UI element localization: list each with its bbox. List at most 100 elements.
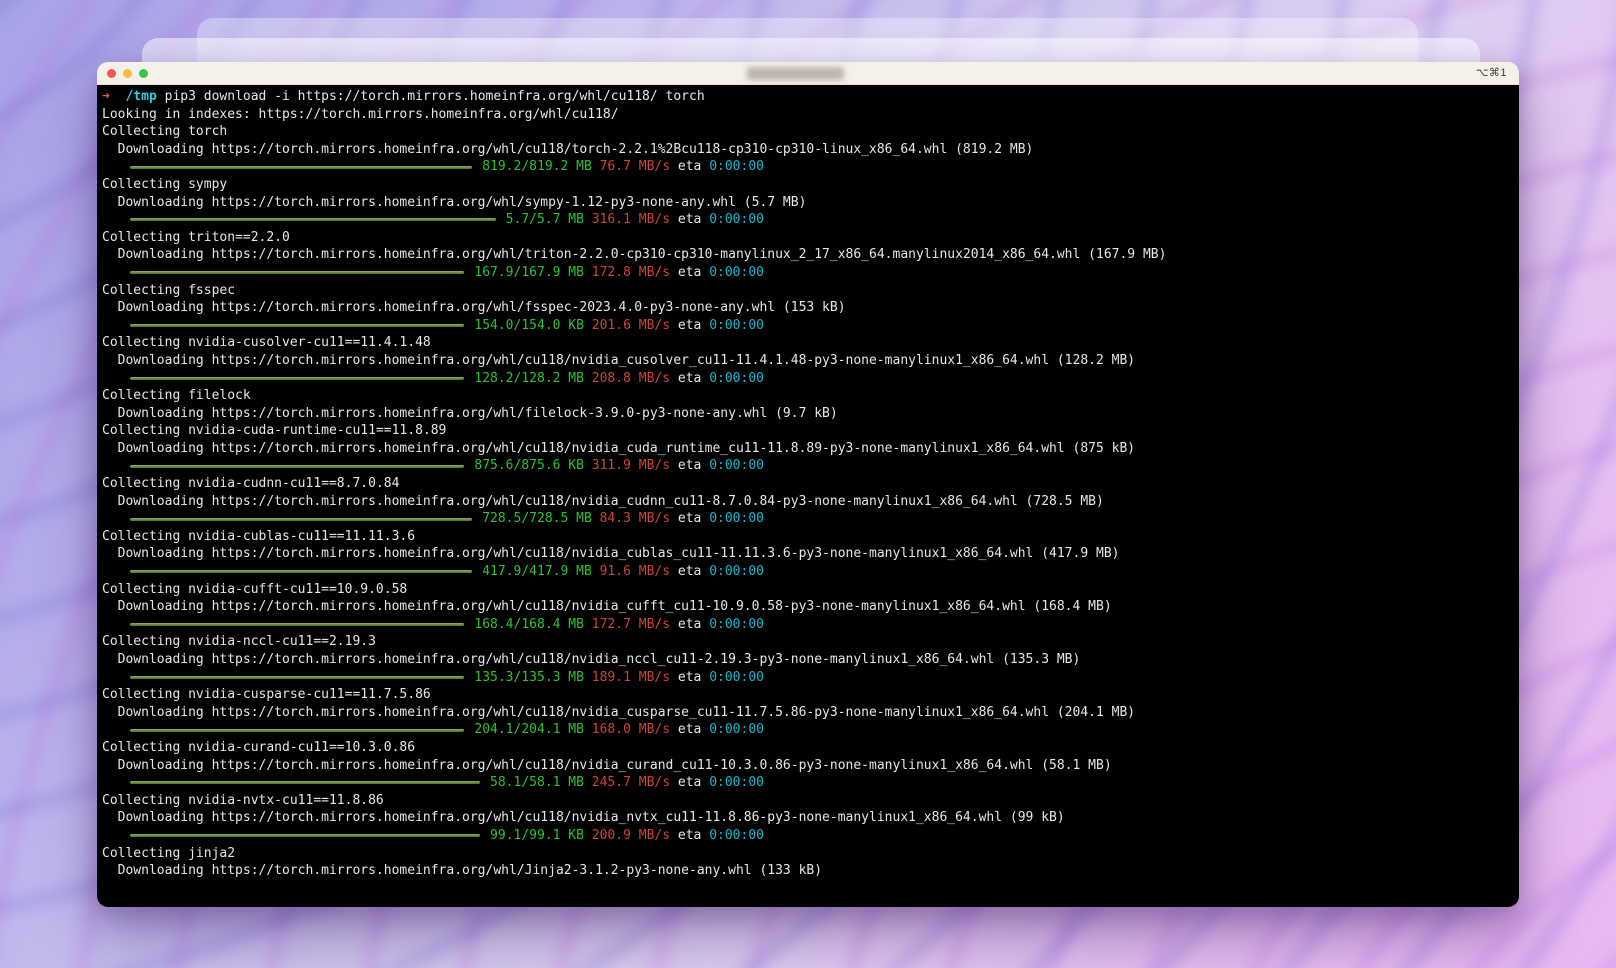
progress-eta: 0:00:00 <box>709 775 764 791</box>
progress-stats: 168.4/168.4 MB 172.7 MB/s eta 0:00:00 <box>474 616 764 634</box>
progress-speed: 84.3 MB/s <box>599 511 671 527</box>
close-button[interactable] <box>107 69 116 78</box>
download-progress-row: 417.9/417.9 MB 91.6 MB/s eta 0:00:00 <box>102 563 764 581</box>
download-progress-row: 128.2/128.2 MB 208.8 MB/s eta 0:00:00 <box>102 370 764 388</box>
download-progress-row: 167.9/167.9 MB 172.8 MB/s eta 0:00:00 <box>102 264 764 282</box>
progress-bar <box>130 781 481 785</box>
window-shortcut-badge: ⌥⌘1 <box>1475 67 1507 79</box>
progress-eta: 0:00:00 <box>709 159 764 175</box>
progress-stats: 728.5/728.5 MB 84.3 MB/s eta 0:00:00 <box>482 510 764 528</box>
progress-eta: 0:00:00 <box>709 511 764 527</box>
progress-size: 728.5/728.5 MB <box>482 511 592 527</box>
minimize-button[interactable] <box>123 69 132 78</box>
progress-eta-label: eta <box>670 370 710 386</box>
progress-size: 819.2/819.2 MB <box>482 159 592 175</box>
terminal-line: Collecting sympy <box>102 176 228 192</box>
progress-stats: 417.9/417.9 MB 91.6 MB/s eta 0:00:00 <box>482 563 764 581</box>
progress-size: 168.4/168.4 MB <box>474 616 584 632</box>
progress-speed: 76.7 MB/s <box>599 159 671 175</box>
zoom-button[interactable] <box>139 69 148 78</box>
progress-speed: 200.9 MB/s <box>591 827 671 843</box>
terminal-screen[interactable]: ➜ /tmp pip3 download -i https://torch.mi… <box>97 85 1519 907</box>
terminal-line: Collecting fsspec <box>102 282 236 298</box>
download-progress-row: 154.0/154.0 KB 201.6 MB/s eta 0:00:00 <box>102 317 764 335</box>
progress-stats: 135.3/135.3 MB 189.1 MB/s eta 0:00:00 <box>474 669 764 687</box>
progress-eta: 0:00:00 <box>709 370 764 386</box>
terminal-line: Downloading https://torch.mirrors.homein… <box>102 247 1167 263</box>
progress-stats: 99.1/99.1 KB 200.9 MB/s eta 0:00:00 <box>490 827 764 845</box>
terminal-line: Downloading https://torch.mirrors.homein… <box>102 493 1104 509</box>
progress-speed: 172.8 MB/s <box>591 264 671 280</box>
progress-eta-label: eta <box>670 564 710 580</box>
terminal-line: Downloading https://torch.mirrors.homein… <box>102 599 1112 615</box>
prompt-cwd: /tmp <box>125 89 157 104</box>
download-progress-row: 5.7/5.7 MB 316.1 MB/s eta 0:00:00 <box>102 211 764 229</box>
progress-bar <box>130 570 473 574</box>
download-progress-row: 204.1/204.1 MB 168.0 MB/s eta 0:00:00 <box>102 721 764 739</box>
progress-stats: 875.6/875.6 KB 311.9 MB/s eta 0:00:00 <box>474 457 764 475</box>
terminal-line: Collecting filelock <box>102 388 251 404</box>
terminal-line: Downloading https://torch.mirrors.homein… <box>102 704 1136 720</box>
progress-bar <box>130 165 473 169</box>
progress-eta-label: eta <box>670 669 710 685</box>
terminal-line: Looking in indexes: https://torch.mirror… <box>102 106 619 122</box>
progress-stats: 5.7/5.7 MB 316.1 MB/s eta 0:00:00 <box>506 211 764 229</box>
progress-bar <box>130 324 465 328</box>
progress-eta: 0:00:00 <box>709 722 764 738</box>
progress-size: 417.9/417.9 MB <box>482 564 592 580</box>
download-progress-row: 875.6/875.6 KB 311.9 MB/s eta 0:00:00 <box>102 457 764 475</box>
terminal-line: Downloading https://torch.mirrors.homein… <box>102 194 807 210</box>
prompt-line: ➜ /tmp pip3 download -i https://torch.mi… <box>102 88 1519 106</box>
progress-stats: 819.2/819.2 MB 76.7 MB/s eta 0:00:00 <box>482 158 764 176</box>
progress-speed: 189.1 MB/s <box>591 669 671 685</box>
window-title-redacted <box>747 67 844 80</box>
progress-eta-label: eta <box>670 458 710 474</box>
progress-eta-label: eta <box>670 159 710 175</box>
progress-eta: 0:00:00 <box>709 669 764 685</box>
terminal-line: Downloading https://torch.mirrors.homein… <box>102 440 1136 456</box>
progress-stats: 167.9/167.9 MB 172.8 MB/s eta 0:00:00 <box>474 264 764 282</box>
window-titlebar[interactable]: ⌥⌘1 <box>97 62 1519 85</box>
progress-speed: 172.7 MB/s <box>591 616 671 632</box>
download-progress-row: 135.3/135.3 MB 189.1 MB/s eta 0:00:00 <box>102 669 764 687</box>
progress-bar <box>130 464 465 468</box>
terminal-line: Downloading https://torch.mirrors.homein… <box>102 810 1065 826</box>
progress-eta-label: eta <box>670 264 710 280</box>
progress-size: 204.1/204.1 MB <box>474 722 584 738</box>
terminal-line: Collecting nvidia-cusolver-cu11==11.4.1.… <box>102 335 431 351</box>
terminal-window: ⌥⌘1 ➜ /tmp pip3 download -i https://torc… <box>97 62 1519 907</box>
traffic-lights <box>107 69 148 78</box>
progress-eta: 0:00:00 <box>709 264 764 280</box>
progress-bar <box>130 675 465 679</box>
prompt-arrow: ➜ <box>102 89 110 104</box>
terminal-line: Downloading https://torch.mirrors.homein… <box>102 405 838 421</box>
progress-size: 128.2/128.2 MB <box>474 370 584 386</box>
progress-bar <box>130 271 465 275</box>
progress-speed: 311.9 MB/s <box>591 458 671 474</box>
progress-size: 875.6/875.6 KB <box>474 458 584 474</box>
terminal-line: Collecting nvidia-nccl-cu11==2.19.3 <box>102 634 376 650</box>
download-progress-row: 58.1/58.1 MB 245.7 MB/s eta 0:00:00 <box>102 774 764 792</box>
terminal-line: Downloading https://torch.mirrors.homein… <box>102 141 1034 157</box>
progress-speed: 245.7 MB/s <box>591 775 671 791</box>
progress-bar <box>130 376 465 380</box>
progress-bar <box>130 623 465 627</box>
progress-size: 167.9/167.9 MB <box>474 264 584 280</box>
progress-size: 58.1/58.1 MB <box>490 775 584 791</box>
terminal-line: Downloading https://torch.mirrors.homein… <box>102 757 1112 773</box>
terminal-line: Collecting jinja2 <box>102 845 236 861</box>
terminal-line: Collecting nvidia-cufft-cu11==10.9.0.58 <box>102 581 408 597</box>
progress-eta: 0:00:00 <box>709 317 764 333</box>
progress-bar <box>130 218 496 222</box>
download-progress-row: 728.5/728.5 MB 84.3 MB/s eta 0:00:00 <box>102 510 764 528</box>
progress-speed: 91.6 MB/s <box>599 564 671 580</box>
terminal-line: Collecting nvidia-cusparse-cu11==11.7.5.… <box>102 687 431 703</box>
progress-eta: 0:00:00 <box>709 616 764 632</box>
progress-eta: 0:00:00 <box>709 564 764 580</box>
progress-eta-label: eta <box>670 511 710 527</box>
terminal-line: Downloading https://torch.mirrors.homein… <box>102 352 1136 368</box>
download-progress-row: 168.4/168.4 MB 172.7 MB/s eta 0:00:00 <box>102 616 764 634</box>
terminal-output: Looking in indexes: https://torch.mirror… <box>102 106 1519 880</box>
terminal-line: Downloading https://torch.mirrors.homein… <box>102 300 846 316</box>
progress-bar <box>130 834 481 838</box>
